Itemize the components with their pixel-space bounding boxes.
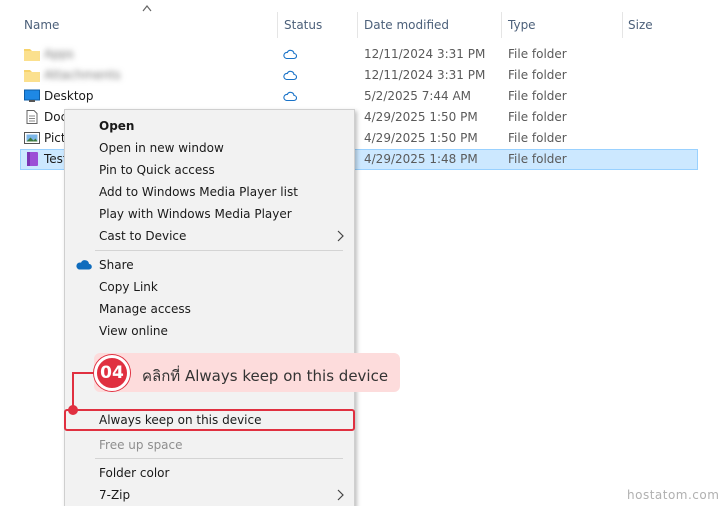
file-type: File folder [508, 110, 567, 124]
menu-item-always-keep-on-device[interactable]: Always keep on this device [64, 409, 355, 431]
cloud-icon [283, 70, 297, 81]
menu-item-folder-color[interactable]: Folder color [65, 462, 354, 484]
context-menu: Open Open in new window Pin to Quick acc… [64, 109, 355, 506]
menu-item-manage-access[interactable]: Manage access [65, 298, 354, 320]
chevron-right-icon [337, 489, 344, 501]
column-date-modified[interactable]: Date modified [364, 18, 449, 32]
file-type: File folder [508, 152, 567, 166]
file-row-desktop[interactable]: Desktop 5/2/2025 7:44 AM File folder [20, 86, 698, 107]
instruction-text: คลิกที่ Always keep on this device [142, 367, 389, 385]
column-size[interactable]: Size [628, 18, 653, 32]
menu-item-cast-to-device[interactable]: Cast to Device [65, 225, 354, 247]
menu-item-pin-quick-access[interactable]: Pin to Quick access [65, 159, 354, 181]
chevron-right-icon [337, 230, 344, 242]
menu-item-copy-link[interactable]: Copy Link [65, 276, 354, 298]
file-name: Pict [44, 131, 66, 145]
column-name[interactable]: Name [24, 18, 59, 32]
step-badge: 04 [94, 355, 130, 391]
menu-item-7zip[interactable]: 7-Zip [65, 484, 354, 506]
file-date: 4/29/2025 1:50 PM [364, 131, 478, 145]
menu-item-free-up-space: Free up space [99, 438, 183, 452]
desktop-icon [24, 89, 40, 102]
file-type: File folder [508, 68, 567, 82]
column-header-bar: Name Status Date modified Type Size [0, 0, 720, 40]
pictures-icon [24, 132, 40, 144]
folder-icon [24, 70, 40, 82]
folder-icon [24, 49, 40, 61]
file-date: 4/29/2025 1:48 PM [364, 152, 478, 166]
file-type: File folder [508, 89, 567, 103]
file-row-attachments[interactable]: Attachments 12/11/2024 3:31 PM File fold… [20, 65, 698, 86]
file-type: File folder [508, 47, 567, 61]
file-name: Desktop [44, 89, 94, 103]
menu-separator [95, 458, 343, 459]
menu-item-open-new-window[interactable]: Open in new window [65, 137, 354, 159]
purple-folder-icon [27, 152, 38, 166]
callout-leader-line [73, 372, 95, 374]
file-date: 12/11/2024 3:31 PM [364, 47, 486, 61]
column-type[interactable]: Type [508, 18, 536, 32]
menu-item-share[interactable]: Share [65, 254, 354, 276]
file-name: Apps [44, 47, 74, 61]
file-row-apps[interactable]: Apps 12/11/2024 3:31 PM File folder [20, 44, 698, 65]
menu-item-open[interactable]: Open [65, 115, 354, 137]
file-date: 12/11/2024 3:31 PM [364, 68, 486, 82]
file-date: 5/2/2025 7:44 AM [364, 89, 472, 103]
file-date: 4/29/2025 1:50 PM [364, 110, 478, 124]
watermark: hostatom.com [627, 488, 720, 502]
callout-leader-dot [68, 405, 78, 415]
onedrive-cloud-icon [76, 260, 92, 270]
column-status[interactable]: Status [284, 18, 322, 32]
cloud-icon [283, 49, 297, 60]
menu-item-view-online[interactable]: View online [65, 320, 354, 342]
documents-icon [26, 110, 38, 124]
sort-ascending-icon [142, 5, 152, 12]
file-name: Attachments [44, 68, 121, 82]
menu-item-add-media-player-list[interactable]: Add to Windows Media Player list [65, 181, 354, 203]
menu-item-play-media-player[interactable]: Play with Windows Media Player [65, 203, 354, 225]
cloud-icon [283, 91, 297, 102]
file-type: File folder [508, 131, 567, 145]
menu-separator [95, 250, 343, 251]
